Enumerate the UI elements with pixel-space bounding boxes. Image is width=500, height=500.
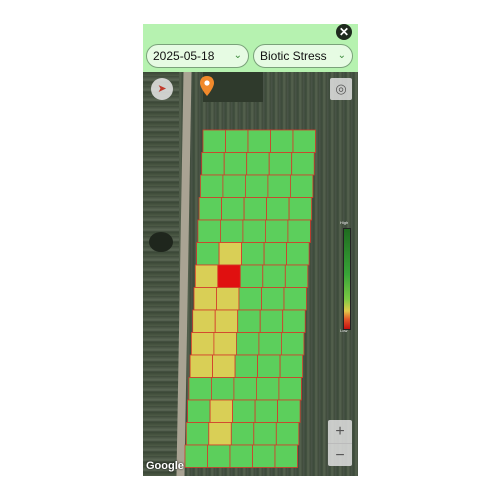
grid-cell-healthy[interactable]	[261, 287, 285, 311]
zoom-controls: + −	[328, 420, 352, 466]
grid-cell-healthy[interactable]	[266, 197, 290, 221]
legend-high-label: High	[340, 220, 349, 225]
grid-cell-healthy[interactable]	[184, 444, 208, 468]
grid-cell-healthy[interactable]	[196, 242, 220, 266]
grid-cell-healthy[interactable]	[252, 444, 276, 468]
grid-cell-healthy[interactable]	[242, 219, 266, 243]
grid-cell-healthy[interactable]	[291, 152, 315, 176]
grid-cell-healthy[interactable]	[268, 152, 293, 176]
map-pin-icon	[200, 76, 214, 96]
grid-cell-healthy[interactable]	[225, 129, 249, 153]
grid-cell-moderate[interactable]	[191, 332, 215, 356]
locate-icon[interactable]: ◎	[330, 78, 352, 100]
grid-cell-healthy[interactable]	[280, 332, 305, 356]
grid-cell-healthy[interactable]	[200, 174, 224, 198]
grid-cell-healthy[interactable]	[257, 354, 281, 378]
grid-cell-healthy[interactable]	[236, 332, 260, 356]
close-icon[interactable]: ✕	[336, 24, 352, 40]
grid-cell-healthy[interactable]	[232, 399, 256, 423]
zoom-out-button[interactable]: −	[328, 444, 352, 467]
grid-cell-healthy[interactable]	[221, 197, 245, 221]
grid-cell-moderate[interactable]	[194, 264, 219, 288]
grid-cell-moderate[interactable]	[189, 354, 213, 378]
chevron-down-icon: ⌄	[337, 50, 346, 61]
grid-cell-healthy[interactable]	[259, 309, 284, 333]
grid-cell-healthy[interactable]	[234, 354, 258, 378]
grid-cell-healthy[interactable]	[288, 197, 313, 221]
grid-cell-healthy[interactable]	[279, 354, 304, 378]
grid-cell-moderate[interactable]	[214, 309, 239, 333]
legend-color-bar	[343, 228, 351, 330]
grid-cell-moderate[interactable]	[208, 422, 232, 446]
grid-cell-healthy[interactable]	[238, 287, 262, 311]
grid-cell-healthy[interactable]	[278, 377, 302, 401]
grid-cell-healthy[interactable]	[256, 377, 280, 401]
grid-cell-moderate[interactable]	[209, 399, 233, 423]
grid-cell-healthy[interactable]	[287, 219, 311, 243]
grid-cell-healthy[interactable]	[270, 129, 294, 153]
grid-cell-healthy[interactable]	[275, 422, 300, 446]
grid-cell-healthy[interactable]	[243, 197, 267, 221]
grid-cell-healthy[interactable]	[286, 242, 310, 266]
grid-cell-healthy[interactable]	[247, 129, 271, 153]
satellite-map[interactable]: ➤ ◎ High Low + − Google	[143, 72, 358, 476]
grid-cell-healthy[interactable]	[229, 444, 253, 468]
chevron-down-icon: ⌄	[233, 50, 242, 61]
date-select-value: 2025-05-18	[153, 49, 215, 63]
map-app: ✕ 2025-05-18 ⌄ Biotic Stress ⌄ ➤ ◎ High …	[143, 24, 358, 476]
grid-cell-healthy[interactable]	[254, 399, 278, 423]
grid-cell-healthy[interactable]	[233, 377, 257, 401]
grid-cell-healthy[interactable]	[241, 242, 265, 266]
grid-cell-healthy[interactable]	[223, 152, 248, 176]
date-select[interactable]: 2025-05-18 ⌄	[146, 44, 249, 68]
grid-cell-healthy[interactable]	[185, 422, 210, 446]
grid-cell-healthy[interactable]	[222, 174, 246, 198]
grid-cell-healthy[interactable]	[237, 309, 261, 333]
grid-cell-moderate[interactable]	[216, 287, 240, 311]
grid-cell-healthy[interactable]	[289, 174, 314, 198]
grid-cell-moderate[interactable]	[212, 354, 236, 378]
grid-cell-healthy[interactable]	[230, 422, 255, 446]
layer-select[interactable]: Biotic Stress ⌄	[253, 44, 353, 68]
grid-cell-healthy[interactable]	[201, 152, 225, 176]
grid-cell-healthy[interactable]	[292, 129, 316, 153]
header-bar: ✕ 2025-05-18 ⌄ Biotic Stress ⌄	[143, 24, 358, 72]
grid-cell-healthy[interactable]	[262, 264, 286, 288]
grid-cell-healthy[interactable]	[284, 264, 309, 288]
grid-cell-healthy[interactable]	[246, 152, 270, 176]
google-attribution: Google	[146, 460, 184, 472]
grid-cell-healthy[interactable]	[198, 197, 222, 221]
grid-cell-healthy[interactable]	[202, 129, 226, 153]
grid-cell-moderate[interactable]	[192, 309, 216, 333]
grid-cell-healthy[interactable]	[277, 399, 301, 423]
grid-cell-moderate[interactable]	[193, 287, 217, 311]
grid-cell-healthy[interactable]	[265, 219, 289, 243]
grid-cell-high[interactable]	[217, 264, 241, 288]
grid-cell-moderate[interactable]	[213, 332, 237, 356]
grid-cell-healthy[interactable]	[207, 444, 231, 468]
grid-cell-healthy[interactable]	[239, 264, 264, 288]
zoom-in-button[interactable]: +	[328, 420, 352, 443]
grid-cell-moderate[interactable]	[218, 242, 242, 266]
legend-low-label: Low	[340, 328, 348, 333]
stress-grid-overlay[interactable]	[143, 72, 358, 476]
grid-cell-healthy[interactable]	[188, 377, 212, 401]
grid-cell-healthy[interactable]	[220, 219, 244, 243]
grid-cell-healthy[interactable]	[263, 242, 287, 266]
compass-icon[interactable]: ➤	[151, 78, 173, 100]
layer-select-value: Biotic Stress	[260, 49, 327, 63]
grid-cell-healthy[interactable]	[282, 309, 306, 333]
grid-cell-healthy[interactable]	[211, 377, 235, 401]
grid-cell-healthy[interactable]	[197, 219, 221, 243]
grid-cell-healthy[interactable]	[267, 174, 291, 198]
grid-cell-healthy[interactable]	[245, 174, 269, 198]
grid-cell-healthy[interactable]	[253, 422, 277, 446]
grid-cell-healthy[interactable]	[283, 287, 307, 311]
grid-cell-healthy[interactable]	[258, 332, 282, 356]
stress-legend: High Low	[340, 220, 354, 334]
grid-cell-healthy[interactable]	[187, 399, 211, 423]
grid-cell-healthy[interactable]	[274, 444, 298, 468]
